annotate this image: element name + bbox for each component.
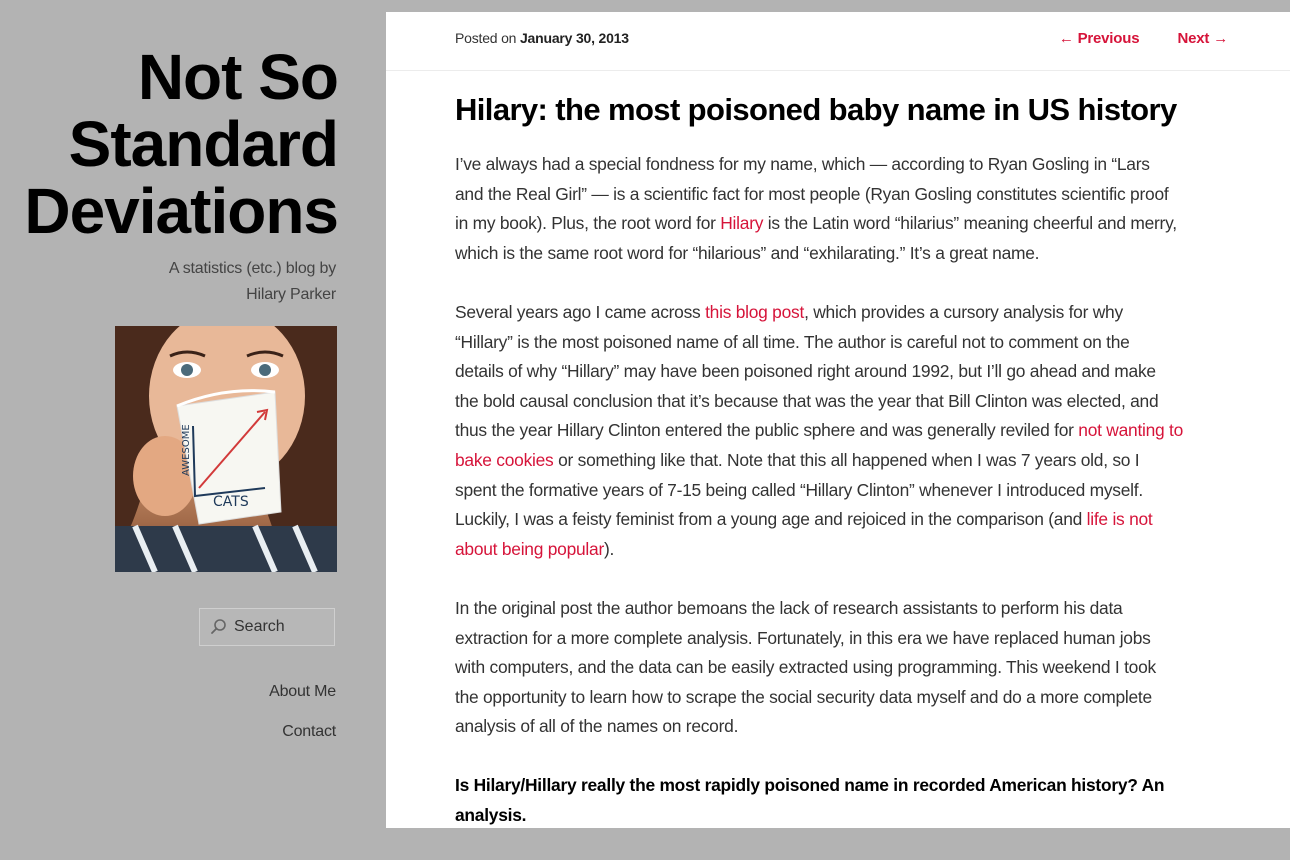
- text-segment: details of why “Hillary” may have been p…: [455, 361, 1156, 382]
- text-segment: the opportunity to learn how to scrape t…: [455, 686, 1152, 707]
- post-subheading: Is Hilary/Hillary really the most rapidl…: [455, 771, 1245, 830]
- text-segment: “Hillary” is the most poisoned name of a…: [455, 331, 1130, 352]
- text-segment: Several years ago I came across: [455, 301, 706, 322]
- text-segment: thus the year Hillary Clinton entered th…: [455, 420, 1079, 441]
- avatar: CATS AWESOME: [115, 326, 337, 572]
- post-paragraph: I’ve always had a special fondness for m…: [455, 150, 1245, 268]
- text-segment: in my book). Plus, the root word for: [455, 213, 721, 234]
- post-line: and the Real Girl” — is a scientific fac…: [455, 180, 1245, 210]
- post-line: Several years ago I came across this blo…: [455, 298, 1245, 328]
- text-segment: analysis of all of the names on record.: [455, 716, 739, 737]
- post-paragraph: Several years ago I came across this blo…: [455, 298, 1245, 564]
- post-line: Luckily, I was a feisty feminist from a …: [455, 505, 1245, 535]
- post-line: the bold causal conclusion that it’s bec…: [455, 387, 1245, 417]
- sidebar-item-contact[interactable]: Contact: [269, 720, 336, 744]
- svg-text:AWESOME: AWESOME: [181, 424, 192, 476]
- post-line: extraction for a more complete analysis.…: [455, 624, 1245, 654]
- post-body: I’ve always had a special fondness for m…: [455, 150, 1245, 860]
- post-line: with computers, and the data can be easi…: [455, 653, 1245, 683]
- text-segment: , which provides a cursory analysis for …: [804, 301, 1123, 322]
- post-line: about being popular).: [455, 535, 1245, 565]
- tagline-line: Hilary Parker: [246, 286, 336, 303]
- next-post-link[interactable]: Next →: [1178, 30, 1229, 47]
- inline-link[interactable]: bake cookies: [455, 450, 554, 470]
- post-date-link[interactable]: January 30, 2013: [520, 30, 629, 46]
- post-meta-bar: Posted on January 30, 2013 ← Previous Ne…: [386, 12, 1290, 71]
- posted-on: Posted on January 30, 2013: [455, 30, 629, 46]
- sidebar-item-about-me[interactable]: About Me: [269, 680, 336, 704]
- post-line: spent the formative years of 7-15 being …: [455, 476, 1245, 506]
- posted-on-label: Posted on: [455, 30, 517, 46]
- previous-post-link[interactable]: ← Previous: [1059, 30, 1140, 47]
- post-line: I’ve always had a special fondness for m…: [455, 150, 1245, 180]
- text-segment: which is the same root word for “hilario…: [455, 242, 1040, 263]
- inline-link[interactable]: this blog post: [705, 302, 804, 322]
- text-segment: analysis.: [455, 805, 527, 826]
- inline-link[interactable]: not wanting to: [1078, 420, 1183, 440]
- site-tagline: A statistics (etc.) blog by Hilary Parke…: [76, 256, 336, 308]
- post-line: analysis.: [455, 801, 1245, 831]
- post-line: details of why “Hillary” may have been p…: [455, 357, 1245, 387]
- sidebar: Not So Standard Deviations A statistics …: [0, 0, 386, 828]
- text-segment: ).: [604, 538, 615, 559]
- text-segment: or something like that. Note that this a…: [553, 449, 1140, 470]
- site-title[interactable]: Not So Standard Deviations: [0, 44, 339, 245]
- post-line: In the original post the author bemoans …: [455, 594, 1245, 624]
- post-article: Posted on January 30, 2013 ← Previous Ne…: [386, 12, 1290, 828]
- text-segment: spent the formative years of 7-15 being …: [455, 479, 1143, 500]
- search-input[interactable]: [234, 618, 324, 636]
- post-line: which is the same root word for “hilario…: [455, 239, 1245, 269]
- post-title: Hilary: the most poisoned baby name in U…: [455, 92, 1177, 127]
- site-title-line[interactable]: Standard: [0, 111, 339, 178]
- svg-text:CATS: CATS: [213, 494, 249, 510]
- text-segment: with computers, and the data can be easi…: [455, 657, 1156, 678]
- text-segment: Luckily, I was a feisty feminist from a …: [455, 509, 1087, 530]
- text-segment: Is Hilary/Hillary really the most rapidl…: [455, 775, 1165, 796]
- post-line: “Hillary” is the most poisoned name of a…: [455, 328, 1245, 358]
- post-line: thus the year Hillary Clinton entered th…: [455, 416, 1245, 446]
- site-title-line[interactable]: Deviations: [0, 178, 339, 245]
- search-field[interactable]: [199, 608, 335, 646]
- post-line: analysis of all of the names on record.: [455, 712, 1245, 742]
- post-line: in my book). Plus, the root word for Hil…: [455, 209, 1245, 239]
- post-line: Is Hilary/Hillary really the most rapidl…: [455, 771, 1245, 801]
- post-line: bake cookies or something like that. Not…: [455, 446, 1245, 476]
- inline-link[interactable]: about being popular: [455, 539, 604, 559]
- post-line: the opportunity to learn how to scrape t…: [455, 683, 1245, 713]
- text-segment: and the Real Girl” — is a scientific fac…: [455, 183, 1169, 204]
- post-paragraph: In the original post the author bemoans …: [455, 594, 1245, 742]
- text-segment: I’ve always had a special fondness for m…: [455, 154, 1150, 174]
- sidebar-nav: About Me Contact: [269, 680, 336, 760]
- text-segment: is the Latin word “hilarius” meaning che…: [763, 213, 1177, 234]
- text-segment: the bold causal conclusion that it’s bec…: [455, 390, 1159, 411]
- avatar-photo-illustration: CATS AWESOME: [115, 326, 337, 572]
- site-title-line[interactable]: Not So: [0, 44, 339, 111]
- text-segment: In the original post the author bemoans …: [455, 597, 1123, 618]
- text-segment: extraction for a more complete analysis.…: [455, 627, 1151, 648]
- post-navigation: ← Previous Next →: [1025, 30, 1228, 47]
- inline-link[interactable]: Hilary: [720, 213, 763, 233]
- tagline-line: A statistics (etc.) blog by: [168, 260, 336, 277]
- search-icon: [210, 618, 228, 636]
- inline-link[interactable]: life is not: [1087, 509, 1153, 529]
